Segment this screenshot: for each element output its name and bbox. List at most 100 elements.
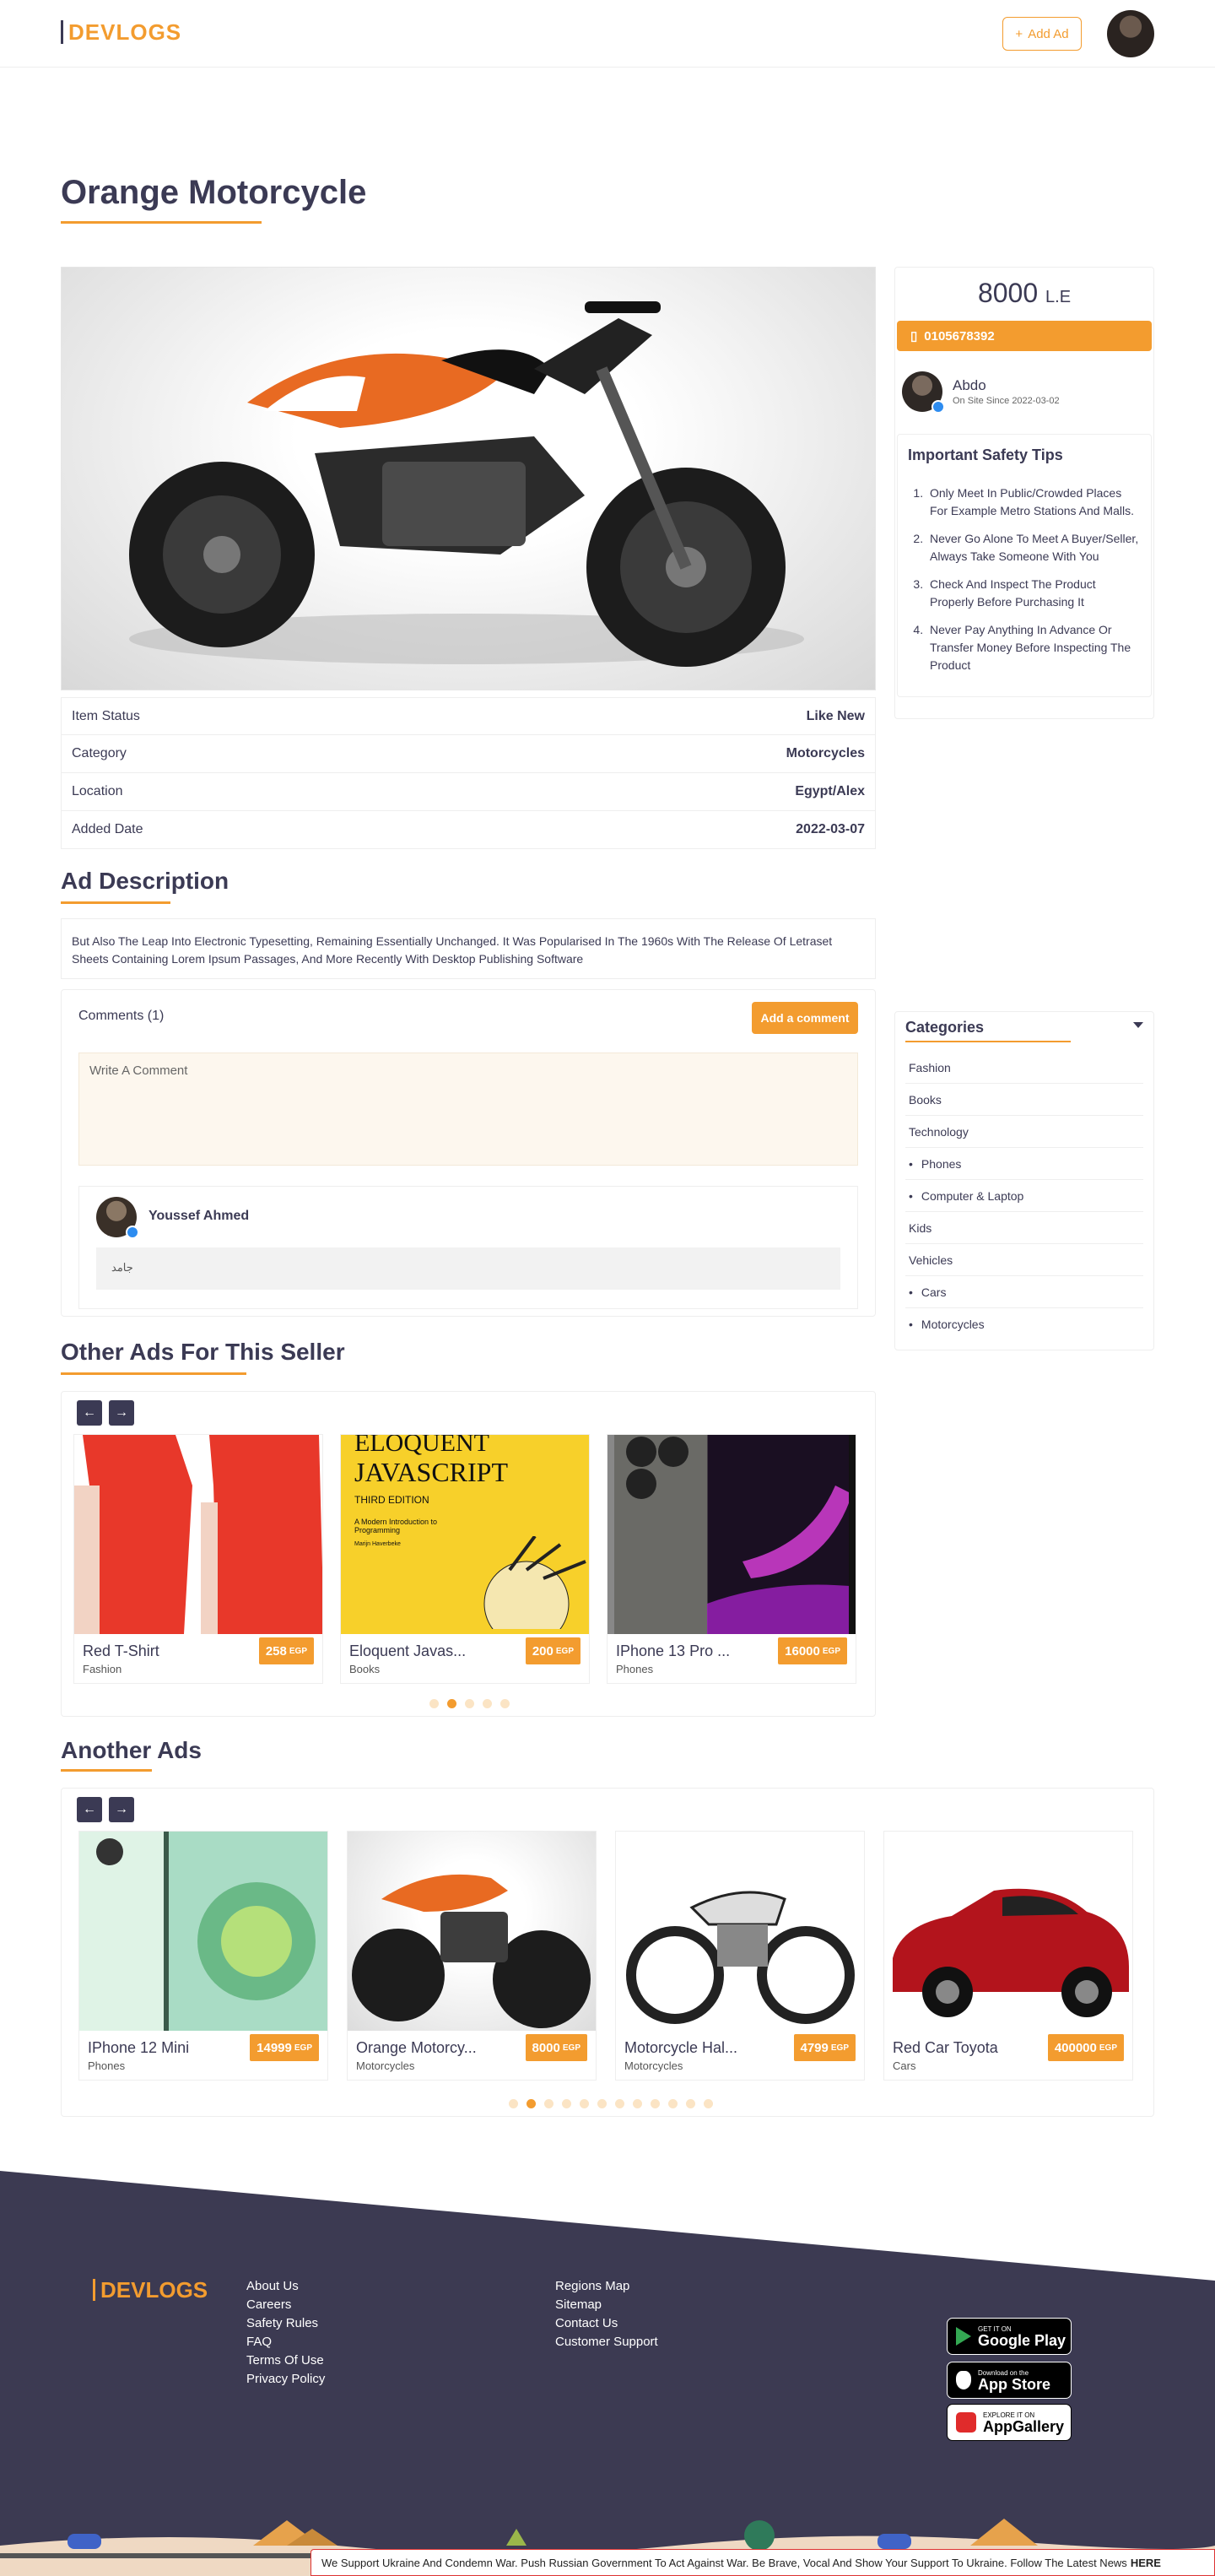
footer-link-privacy[interactable]: Privacy Policy: [246, 2372, 325, 2390]
ad-card[interactable]: Red T-Shirt Fashion 258 EGP: [73, 1434, 323, 1684]
another-ads-heading: Another Ads: [61, 1737, 202, 1763]
add-ad-button[interactable]: + Add Ad: [1002, 17, 1082, 51]
another-ads-slider: ← → IPhone 12 Mini Phones 14999 EGP Orang…: [61, 1788, 1154, 2117]
ad-card[interactable]: ELOQUENT JAVASCRIPT THIRD EDITION A Mode…: [340, 1434, 590, 1684]
footer-logo[interactable]: DEVLOGS: [93, 2279, 208, 2301]
category-list: Fashion Books Technology Phones Computer…: [905, 1052, 1143, 1340]
news-link[interactable]: HERE: [1131, 2557, 1161, 2569]
arrow-right-icon[interactable]: →: [109, 1400, 134, 1426]
ad-card[interactable]: IPhone 13 Pro ... Phones 16000 EGP: [607, 1434, 856, 1684]
footer-link-sitemap[interactable]: Sitemap: [555, 2297, 658, 2316]
price-value: 8000: [977, 278, 1039, 308]
arrow-right-icon[interactable]: →: [109, 1797, 134, 1822]
site-logo[interactable]: DEVLOGS: [61, 20, 181, 44]
slider-dot[interactable]: [704, 2099, 713, 2108]
safety-tip: Never Pay Anything In Advance Or Transfe…: [926, 621, 1141, 674]
slider-dot[interactable]: [509, 2099, 518, 2108]
card-category: Books: [349, 1663, 381, 1675]
card-price: 14999 EGP: [250, 2034, 319, 2061]
google-play-icon: [956, 2327, 971, 2346]
ad-card[interactable]: Red Car Toyota Cars 400000 EGP: [883, 1831, 1133, 2081]
footer-link-terms[interactable]: Terms Of Use: [246, 2353, 325, 2372]
footer-link-safety[interactable]: Safety Rules: [246, 2316, 325, 2335]
slider-dot[interactable]: [633, 2099, 642, 2108]
info-value: Motorcycles: [786, 746, 865, 760]
ad-price: 8000 L.E: [895, 278, 1153, 309]
category-item-computer-laptop[interactable]: Computer & Laptop: [905, 1180, 1143, 1212]
arrow-left-icon[interactable]: ←: [77, 1400, 102, 1426]
footer-link-careers[interactable]: Careers: [246, 2297, 325, 2316]
slider-dot[interactable]: [686, 2099, 695, 2108]
slider-dot-active[interactable]: [526, 2099, 536, 2108]
category-item-kids[interactable]: Kids: [905, 1212, 1143, 1244]
ad-card[interactable]: Motorcycle Hal... Motorcycles 4799 EGP: [615, 1831, 865, 2081]
category-item-phones[interactable]: Phones: [905, 1148, 1143, 1180]
card-price: 258 EGP: [258, 1637, 314, 1664]
slider-dot[interactable]: [668, 2099, 678, 2108]
card-name: Motorcycle Hal...: [624, 2039, 738, 2056]
info-value: Egypt/Alex: [795, 784, 865, 798]
safety-tip: Check And Inspect The Product Properly B…: [926, 576, 1141, 611]
category-item-motorcycles[interactable]: Motorcycles: [905, 1308, 1143, 1340]
card-category: Phones: [616, 1663, 654, 1675]
category-item-fashion[interactable]: Fashion: [905, 1052, 1143, 1084]
footer-link-support[interactable]: Customer Support: [555, 2335, 658, 2353]
card-price: 400000 EGP: [1047, 2034, 1124, 2061]
info-value: 2022-03-07: [796, 822, 865, 836]
app-store-badge[interactable]: Download on the App Store: [947, 2362, 1072, 2399]
ad-info-table: Item Status Like New Category Motorcycles …: [61, 697, 876, 849]
slider-dot[interactable]: [429, 1699, 439, 1708]
info-label: Item Status: [72, 708, 140, 723]
card-category: Cars: [893, 2059, 916, 2072]
verified-icon: [126, 1226, 139, 1239]
card-name: Eloquent Javas...: [349, 1642, 467, 1659]
slider-dot[interactable]: [580, 2099, 589, 2108]
footer-link-about[interactable]: About Us: [246, 2279, 325, 2297]
footer-link-faq[interactable]: FAQ: [246, 2335, 325, 2353]
user-avatar[interactable]: [1107, 10, 1154, 57]
category-item-books[interactable]: Books: [905, 1084, 1143, 1116]
phone-button[interactable]: ▯ 0105678392: [897, 321, 1152, 351]
red-car-image: [893, 1888, 1129, 2017]
card-price-value: 4799: [800, 2040, 829, 2055]
slider-dot[interactable]: [465, 1699, 474, 1708]
category-item-cars[interactable]: Cars: [905, 1276, 1143, 1308]
motorcycle-image: [129, 301, 804, 667]
categories-title[interactable]: Categories: [905, 1019, 1143, 1036]
slider-dot[interactable]: [597, 2099, 607, 2108]
card-image: [608, 1435, 856, 1634]
slider-dots: [429, 1699, 510, 1708]
card-name: Orange Motorcy...: [356, 2039, 477, 2056]
seller-ads-heading: Other Ads For This Seller: [61, 1339, 345, 1365]
card-price-value: 258: [265, 1643, 287, 1659]
safety-tip: Never Go Alone To Meet A Buyer/Seller, A…: [926, 530, 1141, 566]
card-image: ELOQUENT JAVASCRIPT THIRD EDITION A Mode…: [341, 1435, 589, 1634]
ad-card[interactable]: IPhone 12 Mini Phones 14999 EGP: [78, 1831, 328, 2081]
slider-dot-active[interactable]: [447, 1699, 456, 1708]
slider-arrows: ← →: [77, 1797, 134, 1822]
chevron-down-icon[interactable]: [1133, 1022, 1143, 1028]
commenter-avatar: [96, 1197, 139, 1239]
slider-dot[interactable]: [544, 2099, 554, 2108]
footer-link-regions[interactable]: Regions Map: [555, 2279, 658, 2297]
safety-tip: Only Meet In Public/Crowded Places For E…: [926, 484, 1141, 520]
comment-input[interactable]: Write A Comment: [78, 1053, 858, 1166]
seller-info[interactable]: Abdo On Site Since 2022-03-02: [902, 371, 1153, 414]
category-item-technology[interactable]: Technology: [905, 1116, 1143, 1148]
slider-dot[interactable]: [500, 1699, 510, 1708]
slider-dot[interactable]: [651, 2099, 660, 2108]
add-comment-button[interactable]: Add a comment: [752, 1002, 858, 1034]
footer-link-contact[interactable]: Contact Us: [555, 2316, 658, 2335]
slider-dot[interactable]: [483, 1699, 492, 1708]
google-play-badge[interactable]: GET IT ON Google Play: [947, 2318, 1072, 2355]
category-item-vehicles[interactable]: Vehicles: [905, 1244, 1143, 1276]
ad-card[interactable]: Orange Motorcy... Motorcycles 8000 EGP: [347, 1831, 597, 2081]
categories-title-text: Categories: [905, 1019, 985, 1036]
app-gallery-badge[interactable]: EXPLORE IT ON AppGallery: [947, 2404, 1072, 2441]
info-label: Added Date: [72, 822, 143, 836]
ad-description: But Also The Leap Into Electronic Typese…: [61, 918, 876, 979]
slider-dot[interactable]: [562, 2099, 571, 2108]
card-category: Motorcycles: [624, 2059, 683, 2072]
arrow-left-icon[interactable]: ←: [77, 1797, 102, 1822]
slider-dot[interactable]: [615, 2099, 624, 2108]
